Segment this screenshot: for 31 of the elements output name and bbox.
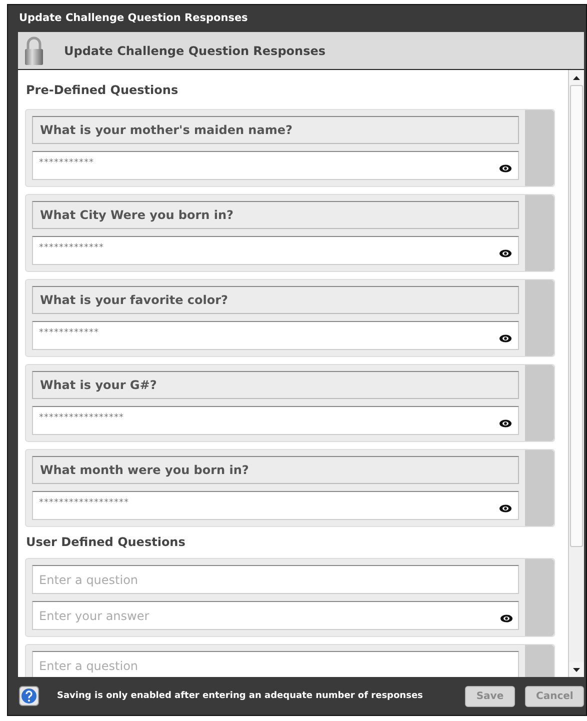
section-heading: Pre-Defined Questions [26,83,180,99]
status-message: Saving is only enabled after entering an adequate number of responses [57,691,424,701]
eye-icon[interactable] [500,614,513,623]
question-field[interactable]: Enter a question [32,565,519,594]
answer-field[interactable]: ***************** [32,406,519,435]
answer-field[interactable]: ************* [32,236,519,265]
eye-icon[interactable] [499,164,512,173]
scroll-up-icon[interactable] [573,76,580,80]
padlock-icon [24,36,44,66]
eye-icon[interactable] [499,334,512,343]
section-heading: User Defined Questions [26,535,186,551]
scrollbar[interactable] [568,70,584,677]
question-label: What is your favorite color? [32,286,519,314]
answer-field[interactable]: Enter your answer [32,601,519,630]
eye-icon[interactable] [499,249,512,258]
answer-field[interactable]: *********** [32,151,519,180]
answer-field[interactable]: ************ [32,321,519,350]
help-icon[interactable] [19,686,39,706]
card-side-panel [525,645,554,677]
window-title: Update Challenge Question Responses [18,11,249,26]
question-label: What is your G#? [32,371,519,399]
question-label: What is your mother's maiden name? [32,116,519,144]
scrollbar-thumb[interactable] [570,85,583,547]
eye-icon[interactable] [499,504,512,513]
question-label: What City Were you born in? [32,201,519,229]
answer-field[interactable]: ****************** [32,491,519,520]
question-field[interactable]: Enter a question [32,651,519,677]
dialog-heading: Update Challenge Question Responses [64,44,326,58]
question-label: What month were you born in? [32,456,519,484]
eye-icon[interactable] [499,419,512,428]
scroll-down-icon[interactable] [573,668,580,672]
